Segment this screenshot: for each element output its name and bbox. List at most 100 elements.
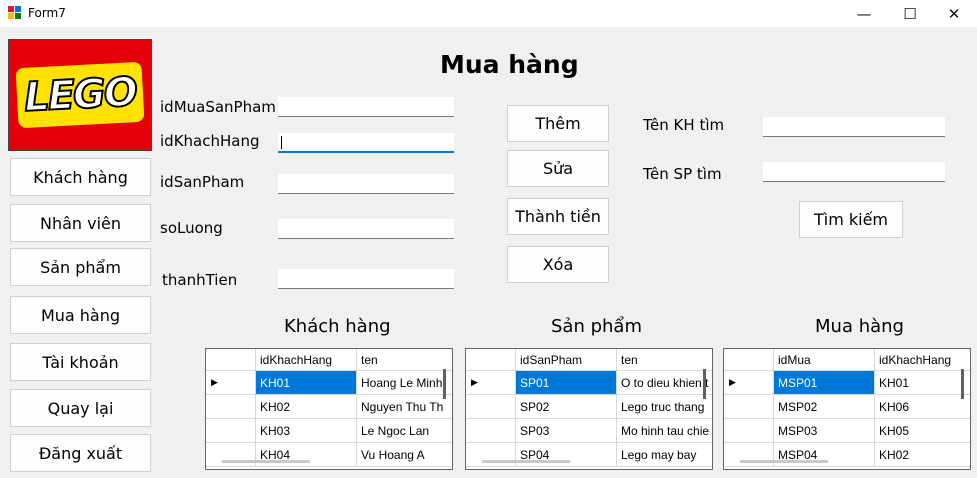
row-header[interactable]	[724, 395, 774, 419]
section-title-purchases: Mua hàng	[815, 316, 904, 337]
row-header[interactable]	[724, 443, 774, 467]
grid-header: idSanPham ten	[466, 349, 712, 371]
label-product-search: Tên SP tìm	[643, 165, 722, 183]
table-cell[interactable]: MSP04	[774, 443, 875, 467]
table-cell[interactable]: Vu Hoang A	[357, 443, 452, 467]
row-header-corner	[724, 349, 774, 371]
label-id-khach-hang: idKhachHang	[160, 132, 260, 150]
table-row[interactable]: KH02 Nguyen Thu Th	[206, 395, 452, 419]
delete-button[interactable]: Xóa	[507, 246, 609, 283]
nav-button-tai-khoan[interactable]: Tài khoản	[10, 343, 151, 381]
input-id-mua-san-pham[interactable]	[278, 97, 454, 117]
table-cell[interactable]: Mo hinh tau chie	[617, 419, 712, 443]
table-row[interactable]: KH04 Vu Hoang A	[206, 443, 452, 467]
table-cell[interactable]: MSP01	[774, 371, 875, 395]
table-cell[interactable]: Hoang Le Minh	[357, 371, 452, 395]
column-header[interactable]: idSanPham	[516, 349, 617, 371]
table-row[interactable]: SP03 Mo hinh tau chie	[466, 419, 712, 443]
table-row[interactable]: KH03 Le Ngoc Lan	[206, 419, 452, 443]
edit-button[interactable]: Sửa	[507, 150, 609, 187]
customers-grid[interactable]: idKhachHang ten ▶ KH01 Hoang Le Minh KH0…	[205, 348, 453, 470]
products-grid[interactable]: idSanPham ten ▶ SP01 O to dieu khien t S…	[465, 348, 713, 470]
table-cell[interactable]: KH01	[875, 371, 970, 395]
table-row[interactable]: MSP02 KH06	[724, 395, 970, 419]
input-thanh-tien[interactable]	[278, 269, 454, 289]
table-cell[interactable]: SP02	[516, 395, 617, 419]
table-cell[interactable]: Lego may bay	[617, 443, 712, 467]
table-cell[interactable]: MSP03	[774, 419, 875, 443]
horizontal-scrollbar[interactable]	[740, 460, 828, 463]
current-row-icon: ▶	[471, 377, 478, 387]
page-title: Mua hàng	[440, 50, 579, 79]
row-header-corner	[206, 349, 256, 371]
section-title-customers: Khách hàng	[284, 316, 391, 337]
horizontal-scrollbar[interactable]	[482, 460, 570, 463]
grid-header: idMua idKhachHang	[724, 349, 970, 371]
table-row[interactable]: ▶ KH01 Hoang Le Minh	[206, 371, 452, 395]
input-id-khach-hang[interactable]	[278, 133, 454, 153]
table-row[interactable]: MSP04 KH02	[724, 443, 970, 467]
table-row[interactable]: SP04 Lego may bay	[466, 443, 712, 467]
table-cell[interactable]: Lego truc thang	[617, 395, 712, 419]
nav-button-san-pham[interactable]: Sản phẩm	[10, 248, 151, 286]
table-cell[interactable]: SP03	[516, 419, 617, 443]
add-button[interactable]: Thêm	[507, 105, 609, 142]
maximize-button[interactable]: ☐	[887, 0, 933, 27]
table-cell[interactable]: Le Ngoc Lan	[357, 419, 452, 443]
row-header[interactable]	[724, 419, 774, 443]
row-header[interactable]: ▶	[724, 371, 774, 395]
input-product-search[interactable]	[763, 162, 945, 182]
row-header[interactable]	[206, 443, 256, 467]
text-caret	[281, 136, 282, 149]
nav-button-khach-hang[interactable]: Khách hàng	[10, 158, 151, 196]
input-so-luong[interactable]	[278, 219, 454, 239]
purchases-grid[interactable]: idMua idKhachHang ▶ MSP01 KH01 MSP02 KH0…	[723, 348, 971, 470]
table-cell[interactable]: KH03	[256, 419, 357, 443]
nav-button-quay-lai[interactable]: Quay lại	[10, 389, 151, 427]
table-row[interactable]: ▶ MSP01 KH01	[724, 371, 970, 395]
table-row[interactable]: MSP03 KH05	[724, 419, 970, 443]
table-cell[interactable]: Nguyen Thu Th	[357, 395, 452, 419]
current-row-icon: ▶	[729, 377, 736, 387]
row-header[interactable]	[466, 443, 516, 467]
nav-button-mua-hang[interactable]: Mua hàng	[10, 296, 151, 334]
column-header[interactable]: ten	[357, 349, 452, 371]
row-header[interactable]	[466, 395, 516, 419]
minimize-button[interactable]: —	[841, 0, 887, 27]
label-id-mua-san-pham: idMuaSanPham	[160, 98, 276, 116]
row-header[interactable]: ▶	[206, 371, 256, 395]
vertical-scrollbar[interactable]	[961, 369, 964, 399]
nav-button-dang-xuat[interactable]: Đăng xuất	[10, 434, 151, 472]
table-cell[interactable]: KH02	[256, 395, 357, 419]
column-header[interactable]: ten	[617, 349, 712, 371]
nav-button-nhan-vien[interactable]: Nhân viên	[10, 204, 151, 242]
row-header[interactable]	[206, 395, 256, 419]
row-header[interactable]: ▶	[466, 371, 516, 395]
input-customer-search[interactable]	[763, 117, 945, 137]
row-header-corner	[466, 349, 516, 371]
table-cell[interactable]: MSP02	[774, 395, 875, 419]
column-header[interactable]: idKhachHang	[875, 349, 970, 371]
table-cell[interactable]: KH06	[875, 395, 970, 419]
table-cell[interactable]: SP04	[516, 443, 617, 467]
vertical-scrollbar[interactable]	[703, 369, 706, 399]
total-button[interactable]: Thành tiền	[507, 198, 609, 235]
column-header[interactable]: idMua	[774, 349, 875, 371]
row-header[interactable]	[466, 419, 516, 443]
table-cell[interactable]: KH05	[875, 419, 970, 443]
vertical-scrollbar[interactable]	[443, 369, 446, 399]
table-cell[interactable]: SP01	[516, 371, 617, 395]
table-cell[interactable]: KH01	[256, 371, 357, 395]
row-header[interactable]	[206, 419, 256, 443]
table-row[interactable]: SP02 Lego truc thang	[466, 395, 712, 419]
horizontal-scrollbar[interactable]	[222, 460, 310, 463]
close-button[interactable]: ✕	[931, 0, 977, 27]
column-header[interactable]: idKhachHang	[256, 349, 357, 371]
current-row-icon: ▶	[211, 377, 218, 387]
search-button[interactable]: Tìm kiếm	[799, 201, 903, 238]
table-cell[interactable]: O to dieu khien t	[617, 371, 712, 395]
table-row[interactable]: ▶ SP01 O to dieu khien t	[466, 371, 712, 395]
table-cell[interactable]: KH02	[875, 443, 970, 467]
input-id-san-pham[interactable]	[278, 174, 454, 194]
table-cell[interactable]: KH04	[256, 443, 357, 467]
